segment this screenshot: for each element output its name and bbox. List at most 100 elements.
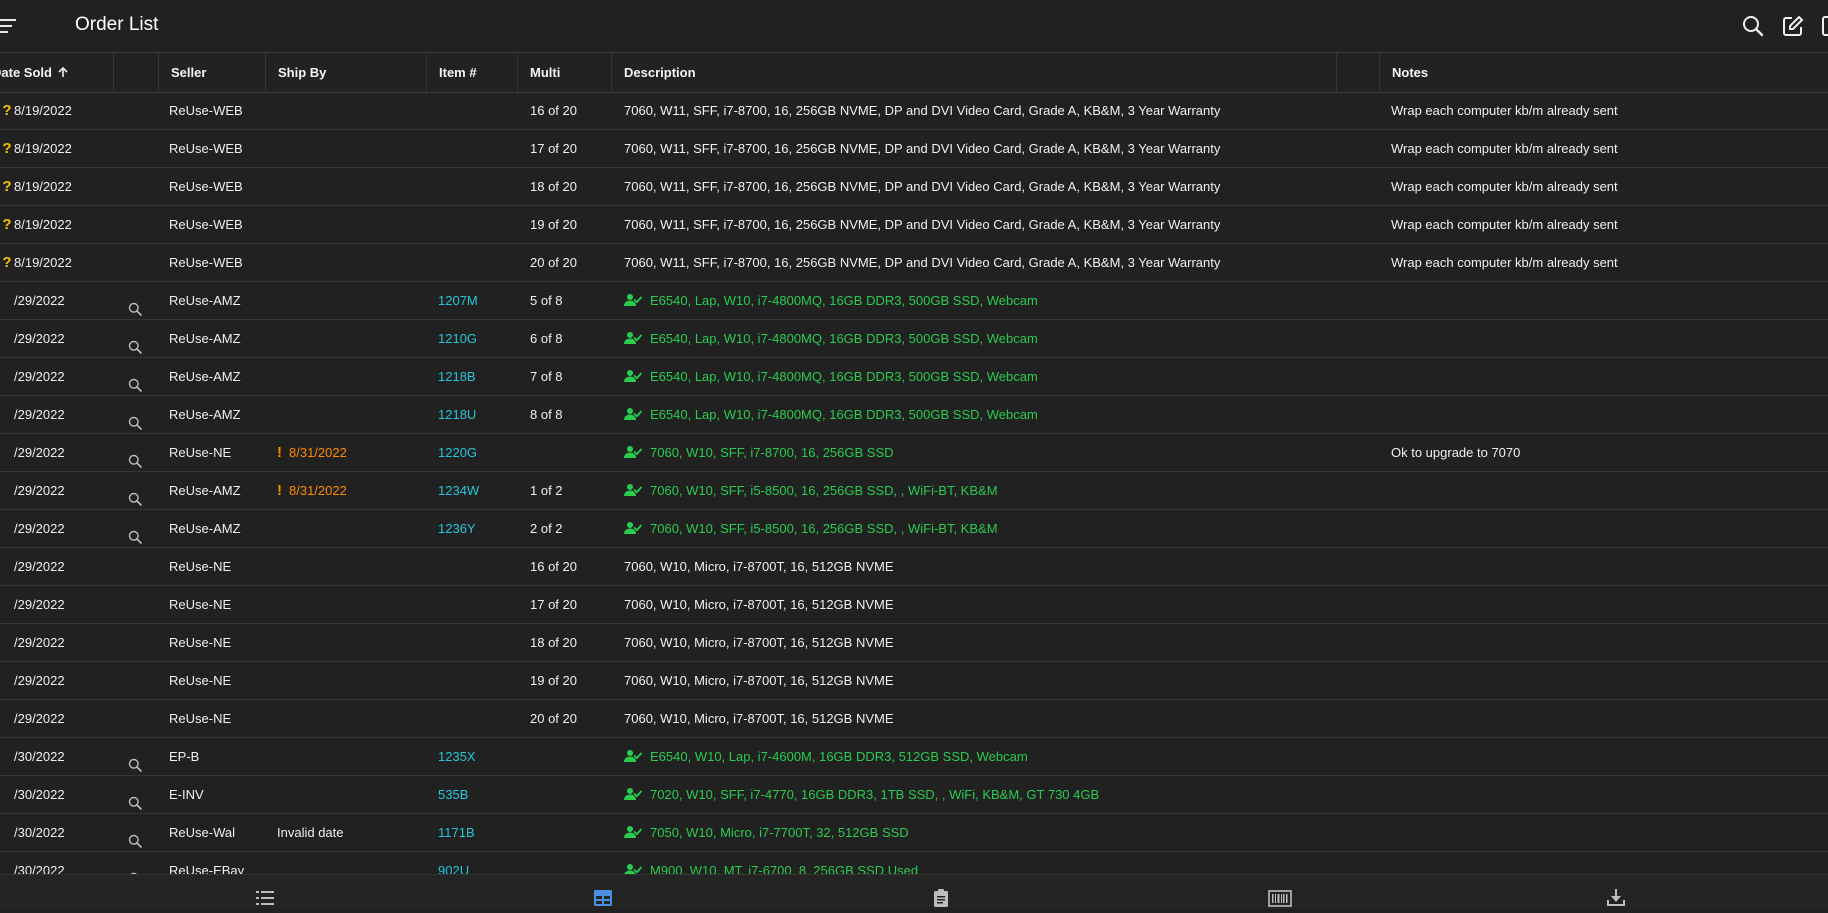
- table-row[interactable]: /29/2022 ReUse-NE 19 of 20 7060, W10, Micro…: [0, 662, 1828, 700]
- table-row[interactable]: /29/2022 ReUse-AMZ 1210G 6 of 8 E6540, Lap, …: [0, 320, 1828, 358]
- item-number-link[interactable]: 1171B: [438, 814, 475, 851]
- ship-by-cell: [277, 852, 427, 874]
- search-icon[interactable]: [128, 472, 146, 509]
- description-cell: E6540, Lap, W10, i7-4800MQ, 16GB DDR3, 5…: [624, 320, 1334, 357]
- date-sold-cell: /29/2022: [14, 635, 65, 650]
- list-icon[interactable]: [255, 888, 275, 908]
- notes-cell: [1391, 700, 1821, 737]
- column-header-date-sold[interactable]: Date Sold: [0, 53, 113, 92]
- item-number-link[interactable]: 1235X: [438, 738, 476, 775]
- table-row[interactable]: /29/2022 ReUse-NE 17 of 20 7060, W10, Micro…: [0, 586, 1828, 624]
- item-number-link[interactable]: 535B: [438, 776, 468, 813]
- menu-icon[interactable]: [0, 16, 18, 36]
- table-row[interactable]: /29/2022 ReUse-AMZ 1207M 5 of 8 E6540, Lap, …: [0, 282, 1828, 320]
- table-row[interactable]: /29/2022 ReUse-NE 16 of 20 7060, W10, Micro…: [0, 548, 1828, 586]
- barcode-icon[interactable]: [1268, 888, 1292, 908]
- description-text: 7060, W11, SFF, i7-8700, 16, 256GB NVME,…: [624, 141, 1221, 156]
- ship-by-cell: [277, 282, 427, 319]
- table-row[interactable]: /30/2022 ReUse-Wal Invalid date 1171B 7050, …: [0, 814, 1828, 852]
- table-row[interactable]: ? 8/19/2022 ReUse-WEB 19 of 20 7060, W11, SF…: [0, 206, 1828, 244]
- ship-by-cell: [277, 548, 427, 585]
- description-text: E6540, W10, Lap, i7-4600M, 16GB DDR3, 51…: [650, 749, 1028, 764]
- table-row[interactable]: /29/2022 ReUse-NE 20 of 20 7060, W10, Micro…: [0, 700, 1828, 738]
- search-icon[interactable]: [128, 852, 146, 874]
- description-cell: 7060, W10, Micro, i7-8700T, 16, 512GB NV…: [624, 700, 1334, 737]
- item-number-link[interactable]: 902U: [438, 852, 469, 874]
- item-number-link[interactable]: 1220G: [438, 434, 477, 471]
- search-icon[interactable]: [128, 320, 146, 357]
- seller-cell: ReUse-EBay: [169, 863, 245, 874]
- app-bar: Order List: [0, 0, 1828, 53]
- table-row[interactable]: /29/2022 ReUse-AMZ! 8/31/2022 1234W 1 of 2 70…: [0, 472, 1828, 510]
- table-view-icon[interactable]: [593, 888, 613, 908]
- status-unknown-icon: [0, 700, 14, 737]
- notes-cell: [1391, 662, 1821, 699]
- description-cell: 7060, W10, Micro, i7-8700T, 16, 512GB NV…: [624, 624, 1334, 661]
- bottom-nav: [0, 874, 1828, 909]
- table-row[interactable]: /29/2022 ReUse-NE 18 of 20 7060, W10, Micro…: [0, 624, 1828, 662]
- search-icon[interactable]: [128, 282, 146, 319]
- table-row[interactable]: /29/2022 ReUse-AMZ 1218B 7 of 8 E6540, Lap, …: [0, 358, 1828, 396]
- table-row[interactable]: /30/2022 E-INV 535B 7020, W10, SFF, i7-4770…: [0, 776, 1828, 814]
- notes-cell: Ok to upgrade to 7070: [1391, 445, 1521, 460]
- item-number-link[interactable]: 1234W: [438, 472, 479, 509]
- search-icon[interactable]: [128, 358, 146, 395]
- search-icon[interactable]: [128, 776, 146, 813]
- notes-cell: [1391, 814, 1821, 851]
- notes-cell: [1391, 548, 1821, 585]
- column-header-notes[interactable]: Notes: [1379, 53, 1828, 92]
- description-text: 7060, W11, SFF, i7-8700, 16, 256GB NVME,…: [624, 179, 1221, 194]
- table-row[interactable]: ? 8/19/2022 ReUse-WEB 20 of 20 7060, W11, SF…: [0, 244, 1828, 282]
- status-unknown-icon: [0, 814, 14, 851]
- multi-cell: 7 of 8: [530, 369, 563, 384]
- item-number-link[interactable]: 1207M: [438, 282, 478, 319]
- multi-cell: 6 of 8: [530, 331, 563, 346]
- clipboard-icon[interactable]: [931, 888, 951, 908]
- table-row[interactable]: /29/2022 ReUse-NE! 8/31/2022 1220G 7060, W10…: [0, 434, 1828, 472]
- date-sold-cell: /29/2022: [14, 711, 65, 726]
- column-header-description[interactable]: Description: [611, 53, 1336, 92]
- table-row[interactable]: ? 8/19/2022 ReUse-WEB 17 of 20 7060, W11, SF…: [0, 130, 1828, 168]
- seller-cell: ReUse-AMZ: [169, 521, 241, 536]
- item-number-link[interactable]: 1236Y: [438, 510, 476, 547]
- column-header-ship-by[interactable]: Ship By: [265, 53, 426, 92]
- person-check-icon: [624, 483, 642, 497]
- order-table-body: ? 8/19/2022 ReUse-WEB 16 of 20 7060, W11, SF…: [0, 92, 1828, 874]
- date-sold-cell: /29/2022: [14, 597, 65, 612]
- table-row[interactable]: /29/2022 ReUse-AMZ 1236Y 2 of 2 7060, W10, S…: [0, 510, 1828, 548]
- person-check-icon: [624, 331, 642, 345]
- multi-cell: 16 of 20: [530, 559, 577, 574]
- table-row[interactable]: /29/2022 ReUse-AMZ 1218U 8 of 8 E6540, Lap, …: [0, 396, 1828, 434]
- description-cell: 7060, W10, SFF, i7-8700, 16, 256GB SSD: [624, 434, 1334, 471]
- notes-cell: Wrap each computer kb/m already sent: [1391, 217, 1618, 232]
- description-cell: 7060, W10, SFF, i5-8500, 16, 256GB SSD, …: [624, 510, 1334, 547]
- seller-cell: ReUse-WEB: [169, 255, 243, 270]
- notes-cell: Wrap each computer kb/m already sent: [1391, 179, 1618, 194]
- item-number-link[interactable]: 1210G: [438, 320, 477, 357]
- table-row[interactable]: ? 8/19/2022 ReUse-WEB 18 of 20 7060, W11, SF…: [0, 168, 1828, 206]
- column-header-multi[interactable]: Multi: [517, 53, 611, 92]
- description-cell: M900, W10, MT, i7-6700, 8, 256GB SSD Use…: [624, 852, 1334, 874]
- table-row[interactable]: /30/2022 EP-B 1235X E6540, W10, Lap, i7-460…: [0, 738, 1828, 776]
- search-icon[interactable]: [1741, 14, 1765, 38]
- column-header-item[interactable]: Item #: [426, 53, 517, 92]
- description-text: 7060, W10, Micro, i7-8700T, 16, 512GB NV…: [624, 559, 894, 574]
- search-icon[interactable]: [128, 396, 146, 433]
- item-number-link[interactable]: 1218B: [438, 358, 476, 395]
- status-unknown-icon: [0, 776, 14, 813]
- item-number-link[interactable]: 1218U: [438, 396, 476, 433]
- ship-by-cell: [277, 662, 427, 699]
- column-header-seller[interactable]: Seller: [158, 53, 265, 92]
- search-icon[interactable]: [128, 510, 146, 547]
- panel-icon[interactable]: [1821, 14, 1828, 38]
- status-unknown-icon: [0, 586, 14, 623]
- multi-cell: 2 of 2: [530, 521, 563, 536]
- search-icon[interactable]: [128, 814, 146, 851]
- table-row[interactable]: ? 8/19/2022 ReUse-WEB 16 of 20 7060, W11, SF…: [0, 92, 1828, 130]
- edit-icon[interactable]: [1781, 14, 1805, 38]
- search-icon[interactable]: [128, 738, 146, 775]
- table-row[interactable]: /30/2022 ReUse-EBay 902U M900, W10, MT, i7-…: [0, 852, 1828, 874]
- download-icon[interactable]: [1606, 888, 1626, 908]
- search-icon[interactable]: [128, 434, 146, 471]
- date-sold-cell: /29/2022: [14, 445, 65, 460]
